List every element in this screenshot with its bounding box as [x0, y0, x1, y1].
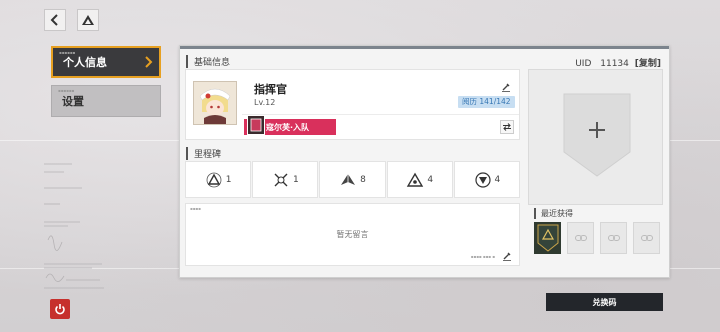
profile-panel: 基础信息 UID 11134 [复制] 指挥官 Lv.12 阅历 141/142 — [179, 45, 670, 278]
uid-label: UID — [575, 59, 592, 69]
recent-obtained-title: 最近获得 — [534, 208, 573, 219]
chevron-right-icon — [145, 56, 153, 68]
milestone-count: 1 — [225, 174, 232, 185]
add-showcase-button[interactable] — [562, 92, 632, 178]
commander-name: 指挥官 — [254, 83, 287, 96]
recent-item-slot[interactable] — [567, 222, 594, 254]
edit-name-icon[interactable] — [501, 82, 511, 92]
recent-item-slot[interactable] — [633, 222, 660, 254]
milestone-item[interactable]: 8 — [319, 161, 386, 198]
recent-items-row — [534, 222, 660, 254]
showcase-slot-panel — [528, 69, 663, 205]
message-deco-text: ▪▪▪▪ ▪▪▪ ▪ — [470, 254, 495, 259]
swap-button[interactable] — [500, 120, 514, 134]
power-icon — [55, 304, 65, 315]
triangle-badge-icon — [206, 172, 222, 187]
exp-badge: 阅历 141/142 — [458, 96, 515, 108]
edit-message-icon[interactable] — [502, 251, 512, 261]
nav-item-personal-info[interactable]: ▪▪▪▪▪▪ 个人信息 — [51, 46, 161, 78]
decorative-scribbles — [44, 163, 104, 289]
milestone-count: 4 — [427, 174, 434, 185]
profile-card: 指挥官 Lv.12 阅历 141/142 寇尔芙·入队 — [185, 69, 520, 140]
message-board[interactable]: ▪▪▪▪ 暂无留言 ▪▪▪▪ ▪▪▪ ▪ — [185, 203, 520, 266]
panel-top-bar — [180, 46, 669, 49]
nav-deco-text: ▪▪▪▪▪▪ — [58, 88, 75, 93]
card-icon — [250, 118, 262, 132]
medal-badge-icon — [537, 224, 558, 252]
recent-item-slot[interactable] — [600, 222, 627, 254]
milestone-count: 4 — [494, 174, 501, 185]
chain-link-icon — [607, 235, 620, 241]
circle-triangle-icon — [474, 171, 491, 188]
level-text: Lv.12 — [254, 98, 276, 107]
nav-item-settings[interactable]: ▪▪▪▪▪▪ 设置 — [51, 85, 161, 117]
milestones-title: 里程碑 — [186, 147, 221, 160]
chain-link-icon — [640, 235, 653, 241]
message-deco-text: ▪▪▪▪ — [190, 206, 201, 211]
avatar-portrait — [194, 82, 236, 124]
milestone-count: 8 — [360, 174, 366, 185]
plus-shield-icon — [563, 93, 631, 177]
avatar[interactable] — [193, 81, 237, 125]
back-arrow-icon — [50, 14, 58, 26]
recent-item-slot[interactable] — [534, 222, 561, 254]
nav-item-label: 设置 — [62, 95, 84, 108]
no-messages-text: 暂无留言 — [336, 230, 369, 239]
crossed-swords-icon — [274, 173, 288, 186]
card-divider — [242, 114, 519, 115]
swap-arrows-icon — [503, 123, 511, 131]
milestone-item[interactable]: 4 — [386, 161, 453, 198]
milestone-item[interactable]: 1 — [252, 161, 319, 198]
home-button[interactable] — [77, 9, 99, 31]
pyramid-icon — [341, 173, 356, 185]
milestone-count: 1 — [292, 174, 299, 185]
copy-uid-button[interactable]: [复制] — [635, 59, 661, 69]
home-triangle-icon — [82, 15, 94, 25]
redeem-code-button[interactable]: 兑换码 — [546, 293, 663, 311]
milestone-item[interactable]: 1 — [185, 161, 252, 198]
team-card-icon — [247, 115, 265, 135]
power-button[interactable] — [50, 299, 70, 319]
milestone-item[interactable]: 4 — [453, 161, 521, 198]
nav-deco-text: ▪▪▪▪▪▪ — [59, 50, 76, 55]
back-button[interactable] — [44, 9, 66, 31]
nav-item-label: 个人信息 — [63, 56, 107, 69]
uid-value: 11134 — [600, 59, 629, 69]
chain-link-icon — [574, 235, 587, 241]
milestones-row: 1 1 8 4 4 — [185, 161, 521, 198]
uid-display: UID 11134 [复制] — [575, 56, 661, 69]
basic-info-title: 基础信息 — [186, 55, 230, 68]
eye-triangle-icon — [407, 172, 424, 187]
